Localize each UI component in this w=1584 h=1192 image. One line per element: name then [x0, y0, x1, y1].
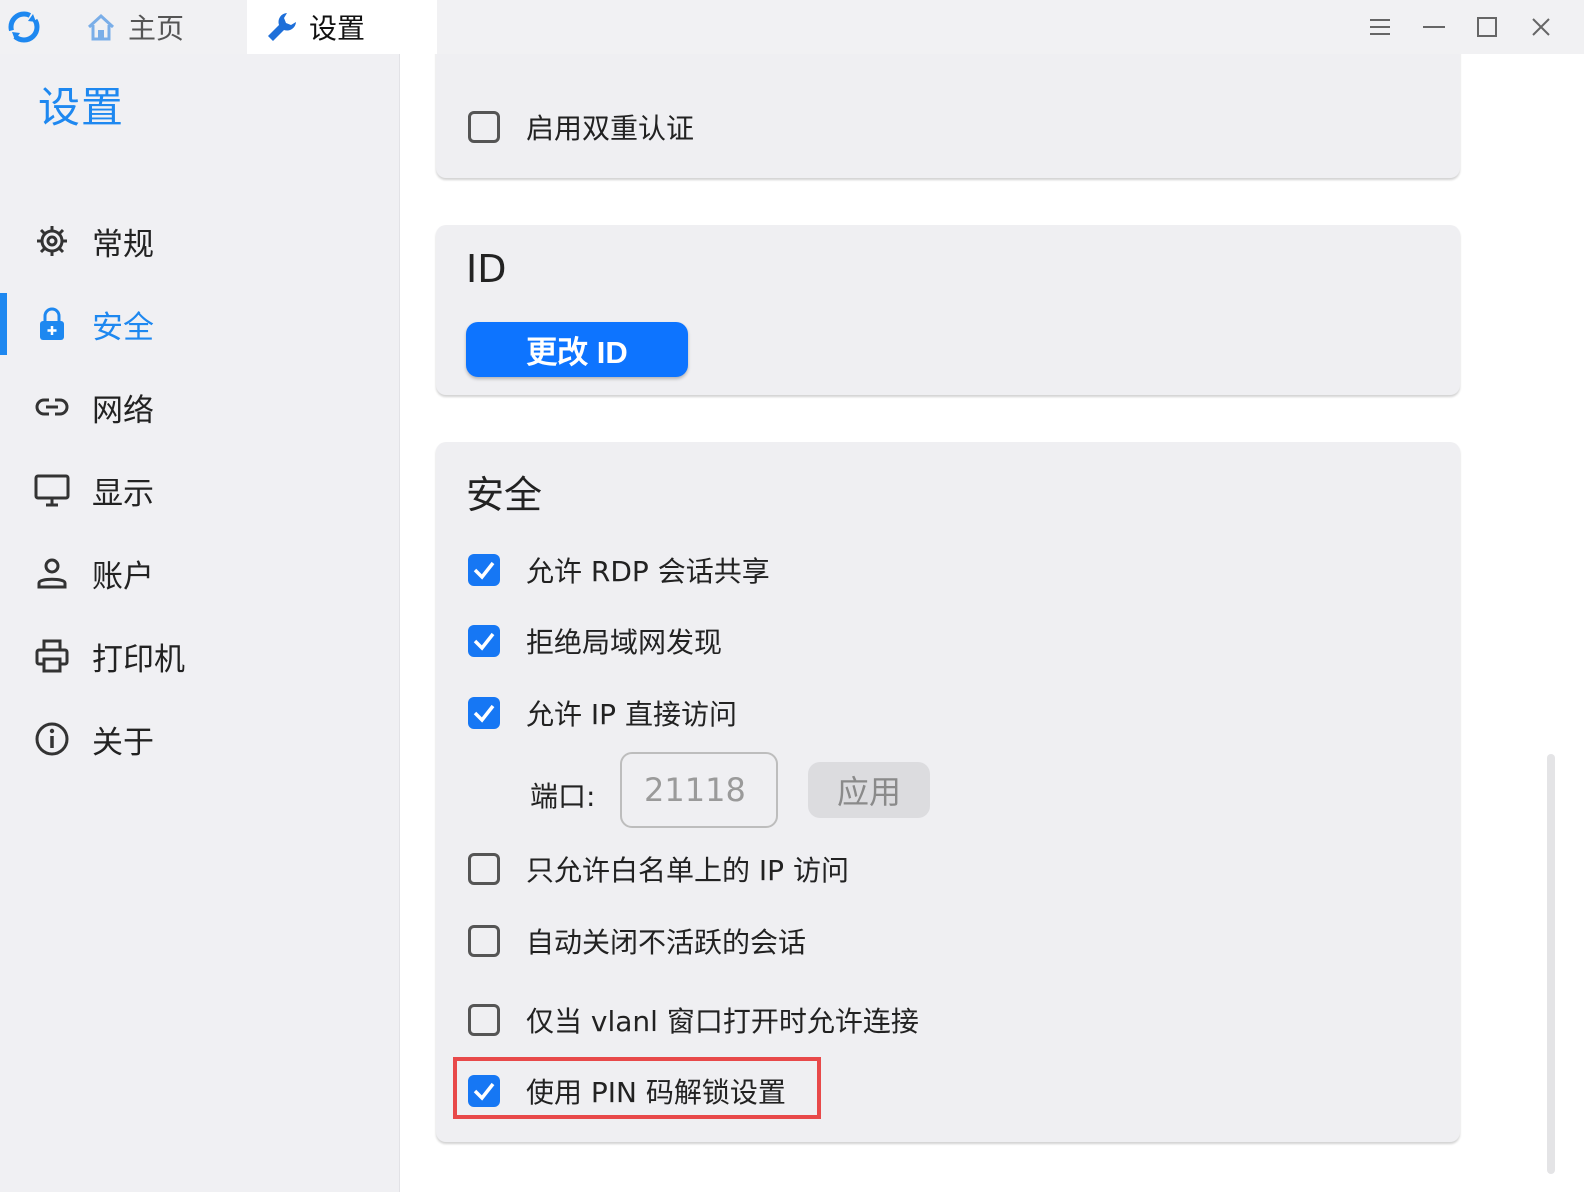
- option-label: 允许 IP 直接访问: [526, 698, 737, 731]
- checkbox[interactable]: [468, 625, 500, 657]
- sidebar-item-about[interactable]: 关于: [0, 708, 399, 770]
- checkmark-icon: [473, 704, 495, 723]
- home-icon: [87, 13, 115, 41]
- active-indicator: [0, 293, 7, 355]
- option-deny-lan-discovery[interactable]: 拒绝局域网发现: [468, 621, 722, 661]
- tab-home[interactable]: 主页: [70, 0, 246, 54]
- printer-icon: [35, 639, 69, 673]
- option-direct-ip-access[interactable]: 允许 IP 直接访问: [468, 693, 737, 733]
- checkmark-icon: [473, 1082, 495, 1101]
- checkbox[interactable]: [468, 111, 500, 143]
- close-icon[interactable]: [1524, 10, 1558, 44]
- monitor-icon: [34, 474, 70, 507]
- sidebar-item-label: 显示: [92, 475, 154, 512]
- option-label: 启用双重认证: [526, 112, 695, 145]
- sidebar-item-label: 账户: [92, 558, 154, 595]
- checkbox[interactable]: [468, 1004, 500, 1036]
- option-label: 拒绝局域网发现: [526, 626, 723, 659]
- change-id-button[interactable]: 更改 ID: [466, 322, 688, 377]
- checkbox[interactable]: [468, 554, 500, 586]
- option-label: 只允许白名单上的 IP 访问: [526, 854, 849, 887]
- sidebar-item-network[interactable]: 网络: [0, 376, 399, 438]
- sidebar-item-general[interactable]: 常规: [0, 210, 399, 272]
- checkmark-icon: [473, 561, 495, 580]
- tab-settings-label: 设置: [309, 12, 366, 45]
- scrollbar[interactable]: [1547, 754, 1555, 1174]
- option-ip-whitelist[interactable]: 只允许白名单上的 IP 访问: [468, 849, 849, 889]
- option-two-factor[interactable]: 启用双重认证: [468, 107, 694, 147]
- option-pin-unlock[interactable]: 使用 PIN 码解锁设置: [468, 1071, 786, 1111]
- id-card-title: ID: [466, 247, 507, 291]
- sidebar-item-printer[interactable]: 打印机: [0, 625, 399, 687]
- main-content: 启用双重认证 ID 更改 ID 安全 允许 RDP 会话共享 拒绝局域网发现 允…: [400, 54, 1584, 1192]
- person-icon: [37, 558, 67, 589]
- option-auto-close-inactive[interactable]: 自动关闭不活跃的会话: [468, 921, 806, 961]
- maximize-icon[interactable]: [1470, 10, 1504, 44]
- security-card-title: 安全: [466, 473, 543, 517]
- lock-icon: [40, 307, 64, 340]
- sidebar-item-security[interactable]: 安全: [0, 293, 399, 355]
- app-logo-icon: [8, 11, 40, 43]
- checkbox[interactable]: [468, 853, 500, 885]
- checkbox[interactable]: [468, 925, 500, 957]
- sidebar-item-account[interactable]: 账户: [0, 542, 399, 604]
- sidebar-item-label: 网络: [92, 392, 154, 429]
- apply-button[interactable]: 应用: [808, 762, 930, 818]
- checkbox[interactable]: [468, 697, 500, 729]
- sidebar-title: 设置: [38, 83, 125, 132]
- sidebar-item-label: 常规: [92, 226, 154, 263]
- port-input[interactable]: 21118: [620, 752, 778, 828]
- menu-icon[interactable]: [1363, 10, 1397, 44]
- security-card: 安全 允许 RDP 会话共享 拒绝局域网发现 允许 IP 直接访问 端口: 21…: [436, 442, 1460, 1142]
- checkmark-icon: [473, 632, 495, 651]
- gear-icon: [37, 226, 67, 256]
- option-label: 仅当 vlanl 窗口打开时允许连接: [526, 1005, 919, 1038]
- sidebar-item-label: 打印机: [92, 641, 185, 678]
- info-icon: [35, 722, 69, 756]
- option-label: 允许 RDP 会话共享: [526, 555, 770, 588]
- option-label: 使用 PIN 码解锁设置: [526, 1076, 786, 1109]
- id-card: ID 更改 ID: [436, 225, 1460, 395]
- sidebar-item-display[interactable]: 显示: [0, 459, 399, 521]
- checkbox[interactable]: [468, 1075, 500, 1107]
- option-rdp-share[interactable]: 允许 RDP 会话共享: [468, 550, 770, 590]
- title-bar: 主页 设置: [0, 0, 1584, 54]
- port-label: 端口:: [530, 780, 596, 813]
- option-label: 自动关闭不活跃的会话: [526, 926, 807, 959]
- tab-home-label: 主页: [128, 12, 185, 45]
- sidebar: 设置 常规 安全 网络 显示 账户 打印机 关于: [0, 54, 400, 1192]
- sidebar-item-label: 关于: [92, 724, 154, 761]
- tab-settings[interactable]: 设置: [247, 0, 437, 54]
- minimize-icon[interactable]: [1417, 10, 1451, 44]
- sidebar-item-label: 安全: [92, 309, 154, 346]
- wrench-icon: [268, 13, 296, 41]
- option-allow-only-window-open[interactable]: 仅当 vlanl 窗口打开时允许连接: [468, 1000, 919, 1040]
- link-icon: [35, 398, 69, 416]
- two-factor-card: 启用双重认证: [436, 54, 1460, 178]
